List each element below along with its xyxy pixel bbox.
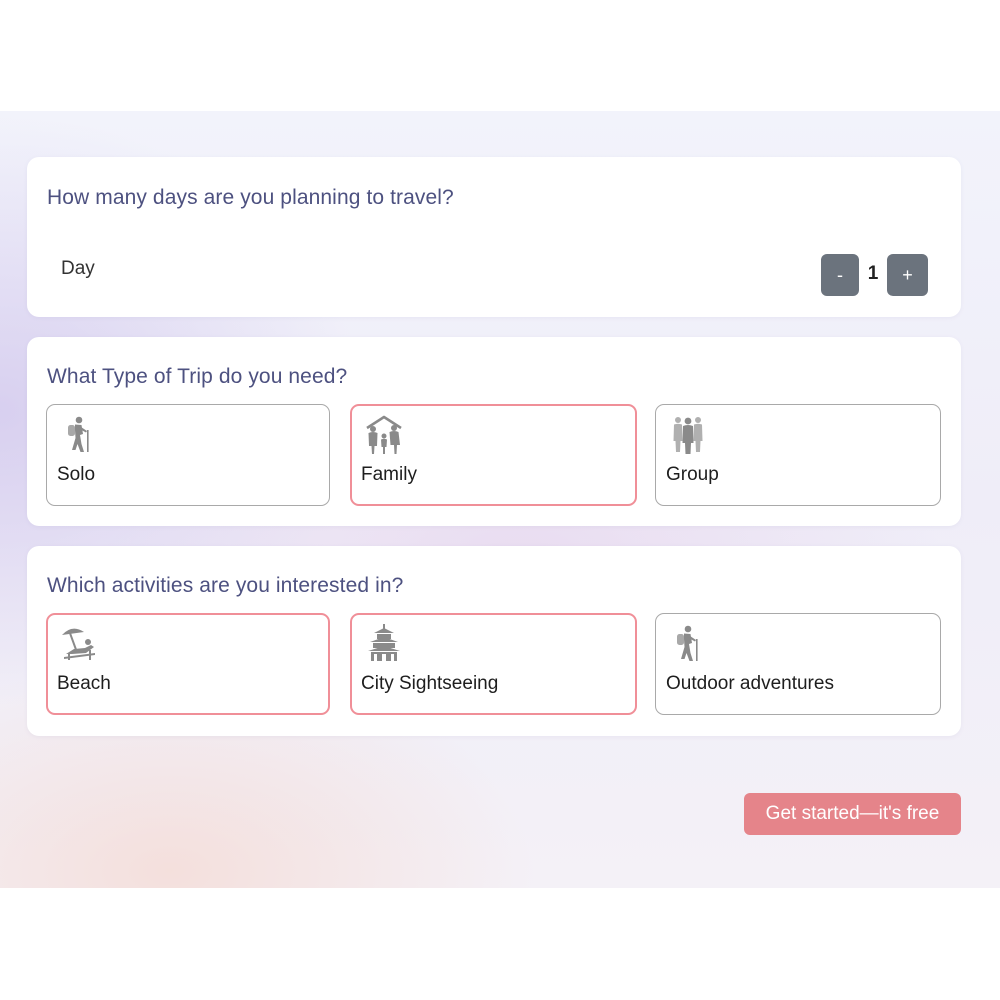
activity-option-label: Outdoor adventures bbox=[666, 673, 834, 694]
trip-type-question: What Type of Trip do you need? bbox=[47, 365, 348, 388]
hiker-icon bbox=[677, 625, 698, 661]
beach-lounger-icon bbox=[62, 628, 95, 660]
family-icon bbox=[366, 415, 402, 454]
activity-option-label: Beach bbox=[57, 673, 111, 694]
activity-option-label: City Sightseeing bbox=[361, 673, 499, 694]
trip-option-solo[interactable]: Solo bbox=[46, 404, 330, 506]
trip-option-group[interactable]: Group bbox=[655, 404, 941, 506]
activity-option-outdoor-adventures[interactable]: Outdoor adventures bbox=[655, 613, 941, 715]
trip-option-label: Family bbox=[361, 464, 417, 485]
trip-option-label: Solo bbox=[57, 464, 96, 485]
days-question: How many days are you planning to travel… bbox=[47, 186, 454, 209]
day-unit-label: Day bbox=[61, 258, 95, 279]
trip-type-card: What Type of Trip do you need? Solo Fami… bbox=[27, 337, 961, 526]
trip-option-label: Group bbox=[666, 464, 719, 485]
activity-option-city-sightseeing[interactable]: City Sightseeing bbox=[350, 613, 637, 715]
days-count-value: 1 bbox=[867, 263, 879, 284]
hiker-icon bbox=[68, 416, 89, 452]
get-started-button[interactable]: Get started—it's free bbox=[744, 793, 961, 835]
temple-icon bbox=[368, 624, 400, 661]
decrement-days-button[interactable]: - bbox=[821, 254, 859, 296]
days-card: How many days are you planning to travel… bbox=[27, 157, 961, 317]
activity-option-beach[interactable]: Beach bbox=[46, 613, 330, 715]
activities-card: Which activities are you interested in? … bbox=[27, 546, 961, 736]
increment-days-button[interactable]: + bbox=[887, 254, 928, 296]
group-icon bbox=[673, 417, 703, 454]
trip-option-family[interactable]: Family bbox=[350, 404, 637, 506]
activities-question: Which activities are you interested in? bbox=[47, 574, 404, 597]
